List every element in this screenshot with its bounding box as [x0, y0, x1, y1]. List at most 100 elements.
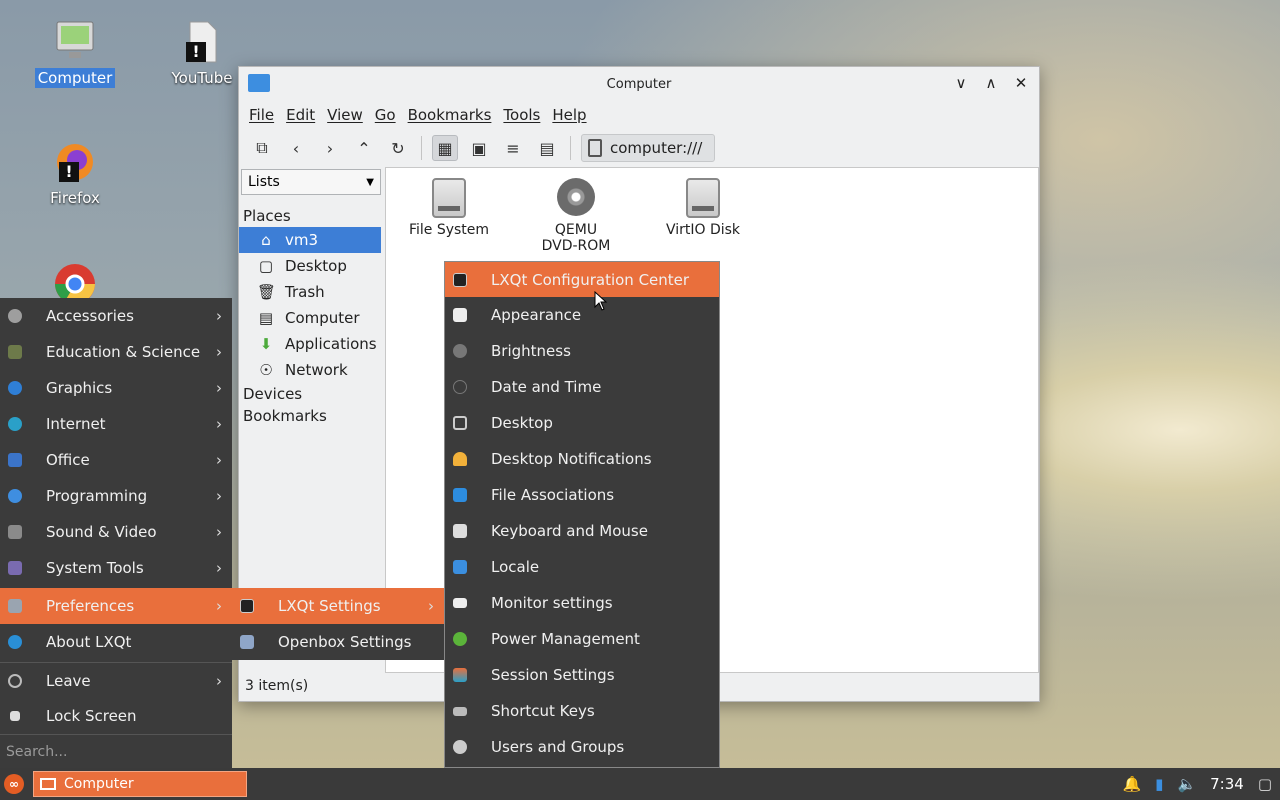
menu-item-date-time[interactable]: Date and Time — [445, 369, 719, 405]
menu-item-about-lxqt[interactable]: About LXQt — [0, 624, 232, 660]
file-item-virtio-disk[interactable]: VirtIO Disk — [648, 170, 758, 238]
devices-header[interactable]: Devices — [239, 383, 385, 405]
menu-file[interactable]: File — [249, 106, 274, 124]
menu-tools[interactable]: Tools — [503, 106, 540, 124]
desktop-icon-label: YouTube — [171, 69, 233, 87]
menu-item-shortcut-keys[interactable]: Shortcut Keys — [445, 693, 719, 729]
chevron-right-icon: › — [216, 307, 222, 325]
menu-item-desktop[interactable]: Desktop — [445, 405, 719, 441]
menu-view[interactable]: View — [327, 106, 363, 124]
place-computer[interactable]: ▤ Computer — [239, 305, 381, 331]
compact-view-button[interactable]: ≡ — [500, 135, 526, 161]
desktop-icon-computer[interactable]: Computer — [33, 20, 117, 88]
taskbar-task-computer[interactable]: Computer — [33, 771, 247, 797]
menu-item-label: Office — [46, 451, 90, 469]
menu-item-system-tools[interactable]: System Tools › — [0, 550, 232, 586]
show-desktop-icon[interactable]: ▢ — [1258, 775, 1272, 793]
menu-item-keyboard-mouse[interactable]: Keyboard and Mouse — [445, 513, 719, 549]
locale-icon — [453, 560, 467, 574]
menu-item-configuration-center[interactable]: LXQt Configuration Center — [445, 262, 719, 297]
menu-item-lxqt-settings[interactable]: LXQt Settings › — [232, 588, 444, 624]
folder-icon — [248, 74, 270, 92]
desktop-icon-youtube[interactable]: ! YouTube — [160, 20, 244, 88]
menu-item-office[interactable]: Office › — [0, 442, 232, 478]
openbox-icon — [240, 635, 254, 649]
menu-help[interactable]: Help — [552, 106, 586, 124]
up-button[interactable]: ⌃ — [351, 135, 377, 161]
menu-item-graphics[interactable]: Graphics › — [0, 370, 232, 406]
desktop-icon-label: Computer — [34, 68, 116, 88]
menu-item-power-management[interactable]: Power Management — [445, 621, 719, 657]
menu-item-label: Lock Screen — [46, 707, 137, 725]
preferences-submenu: LXQt Settings › Openbox Settings — [232, 588, 444, 660]
menu-item-preferences[interactable]: Preferences › — [0, 588, 232, 624]
menu-item-session-settings[interactable]: Session Settings — [445, 657, 719, 693]
menu-item-lock-screen[interactable]: Lock Screen — [0, 698, 232, 734]
side-pane-mode-value: Lists — [248, 174, 280, 190]
menu-edit[interactable]: Edit — [286, 106, 315, 124]
notification-bell-icon[interactable]: 🔔 — [1122, 775, 1141, 793]
menu-item-locale[interactable]: Locale — [445, 549, 719, 585]
menu-go[interactable]: Go — [375, 106, 396, 124]
menu-item-appearance[interactable]: Appearance — [445, 297, 719, 333]
task-label: Computer — [64, 776, 134, 792]
menu-item-leave[interactable]: Leave › — [0, 662, 232, 698]
menu-search-input[interactable]: Search... — [0, 734, 232, 768]
menu-item-label: Programming — [46, 487, 148, 505]
clock[interactable]: 7:34 — [1210, 775, 1244, 793]
menu-item-monitor-settings[interactable]: Monitor settings — [445, 585, 719, 621]
menu-item-label: Accessories — [46, 307, 134, 325]
place-network[interactable]: ☉ Network — [239, 357, 381, 383]
menu-item-label: Users and Groups — [491, 738, 625, 756]
menu-item-label: Locale — [491, 558, 540, 576]
menu-item-label: Desktop — [491, 414, 553, 432]
menu-item-desktop-notifications[interactable]: Desktop Notifications — [445, 441, 719, 477]
places-header[interactable]: Places — [239, 205, 385, 227]
toolbar-separator — [570, 136, 571, 160]
monitor-icon — [453, 598, 467, 608]
path-text: computer:/// — [610, 139, 703, 157]
menu-item-sound-video[interactable]: Sound & Video › — [0, 514, 232, 550]
place-vm3[interactable]: ⌂ vm3 — [239, 227, 381, 253]
computer-icon: ▤ — [258, 309, 274, 327]
menu-item-label: Preferences — [46, 597, 135, 615]
reload-button[interactable]: ↻ — [385, 135, 411, 161]
application-menu: Accessories › Education & Science › Graphi… — [0, 298, 232, 768]
menu-item-programming[interactable]: Programming › — [0, 478, 232, 514]
place-applications[interactable]: ⬇ Applications — [239, 331, 381, 357]
mouse-cursor-icon — [594, 291, 608, 311]
path-bar[interactable]: computer:/// — [581, 134, 716, 162]
close-button[interactable]: ✕ — [1011, 73, 1031, 93]
back-button[interactable]: ‹ — [283, 135, 309, 161]
desktop-icon-firefox[interactable]: ! Firefox — [33, 140, 117, 208]
file-item-dvd-rom[interactable]: QEMU DVD-ROM — [520, 170, 632, 254]
minimize-button[interactable]: ∨ — [951, 73, 971, 93]
menu-bookmarks[interactable]: Bookmarks — [408, 106, 492, 124]
new-tab-button[interactable]: ⧉ — [249, 135, 275, 161]
menu-item-brightness[interactable]: Brightness — [445, 333, 719, 369]
icon-view-button[interactable]: ▦ — [432, 135, 458, 161]
maximize-button[interactable]: ∧ — [981, 73, 1001, 93]
side-pane-mode-select[interactable]: Lists ▼ — [241, 169, 381, 195]
place-trash[interactable]: 🗑 Trash — [239, 279, 381, 305]
thumbnail-view-button[interactable]: ▣ — [466, 135, 492, 161]
bookmarks-header[interactable]: Bookmarks — [239, 405, 385, 427]
menu-item-openbox-settings[interactable]: Openbox Settings — [232, 624, 444, 660]
detailed-view-button[interactable]: ▤ — [534, 135, 560, 161]
titlebar[interactable]: Computer ∨ ∧ ✕ — [239, 67, 1039, 101]
place-desktop[interactable]: ▢ Desktop — [239, 253, 381, 279]
internet-icon — [8, 417, 22, 431]
toolbar-separator — [421, 136, 422, 160]
forward-button[interactable]: › — [317, 135, 343, 161]
menu-item-file-associations[interactable]: File Associations — [445, 477, 719, 513]
start-menu-button[interactable]: ∞ — [0, 770, 28, 798]
volume-icon[interactable]: 🔈 — [1177, 775, 1196, 793]
menu-item-accessories[interactable]: Accessories › — [0, 298, 232, 334]
keyboard-mouse-icon — [453, 524, 467, 538]
menu-item-education[interactable]: Education & Science › — [0, 334, 232, 370]
clipboard-icon[interactable]: ▮ — [1155, 775, 1163, 793]
firefox-icon: ! — [53, 140, 97, 184]
file-item-filesystem[interactable]: File System — [394, 170, 504, 238]
menu-item-users-groups[interactable]: Users and Groups — [445, 729, 719, 765]
menu-item-internet[interactable]: Internet › — [0, 406, 232, 442]
